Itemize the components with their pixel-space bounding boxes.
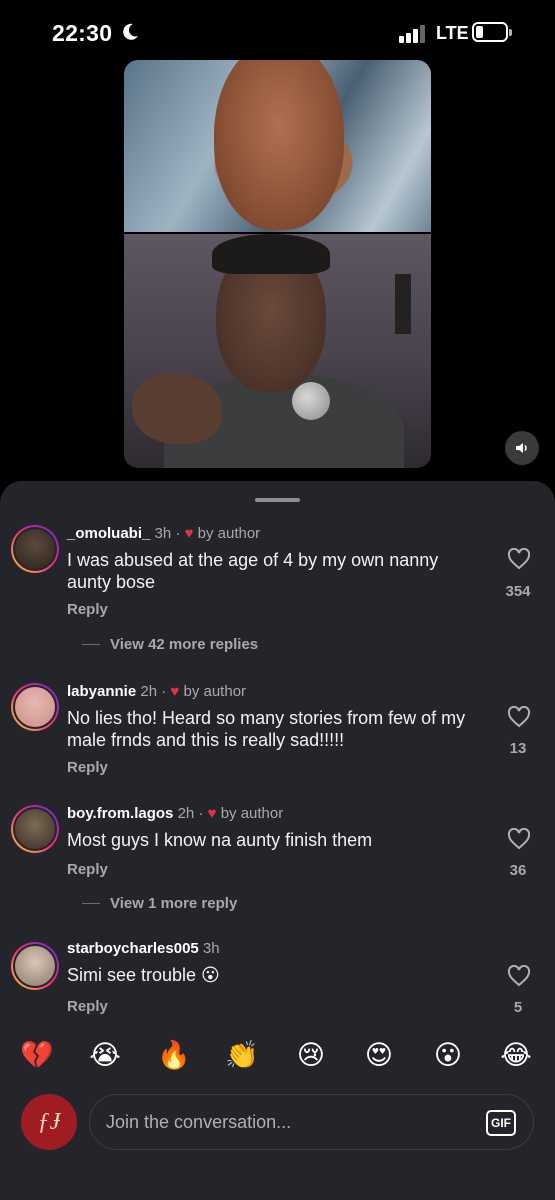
liked-by-author-label: by author	[183, 683, 247, 700]
participant-face	[214, 60, 344, 230]
heart-outline-icon[interactable]	[507, 965, 531, 987]
gif-button[interactable]: GIF	[486, 1110, 516, 1136]
comment-meta: _omoluabi_ 3h · ♥ by author	[67, 525, 261, 542]
microphone	[292, 382, 330, 420]
heart-icon: ♥	[184, 525, 194, 542]
battery-icon	[472, 22, 512, 42]
surprised-emoji-button[interactable]: 😮	[430, 1041, 466, 1071]
comment-input[interactable]: Join the conversation... GIF	[89, 1094, 534, 1150]
avatar[interactable]	[11, 942, 59, 990]
like-count: 13	[509, 740, 527, 757]
comment-text: No lies tho! Heard so many stories from …	[67, 708, 466, 750]
heart-eyes-emoji-button[interactable]: 😍	[361, 1041, 397, 1071]
liked-by-author-label: by author	[197, 525, 261, 542]
heart-outline-icon[interactable]	[507, 828, 531, 850]
profile-monogram: ƒɈ	[37, 1108, 61, 1135]
gif-label: GIF	[491, 1116, 511, 1130]
volume-button[interactable]	[505, 431, 539, 465]
liked-by-author-label: by author	[220, 805, 284, 822]
like-count: 36	[509, 862, 527, 879]
signal-bars-icon	[399, 23, 429, 43]
participant-hand	[132, 374, 222, 444]
heart-icon: ♥	[207, 805, 217, 822]
reply-button[interactable]: Reply	[67, 759, 108, 776]
comment-time: 2h	[177, 805, 195, 822]
comment-username[interactable]: _omoluabi_	[67, 525, 150, 542]
avatar[interactable]	[11, 805, 59, 853]
avatar[interactable]	[11, 683, 59, 731]
comment-meta: labyannie 2h · ♥ by author	[67, 683, 247, 700]
comment-time: 3h	[154, 525, 172, 542]
comment-input-placeholder: Join the conversation...	[106, 1112, 292, 1132]
heart-outline-icon[interactable]	[507, 548, 531, 570]
comment-time: 3h	[202, 940, 220, 957]
comment-time: 2h	[140, 683, 158, 700]
comment-meta: boy.from.lagos 2h · ♥ by author	[67, 805, 284, 822]
comment-text: I was abused at the age of 4 by my own n…	[67, 550, 439, 592]
comment-username[interactable]: labyannie	[67, 683, 136, 700]
video-tile-guest[interactable]	[124, 234, 431, 468]
comment-username[interactable]: boy.from.lagos	[67, 805, 173, 822]
comment-meta: starboycharles005 3h	[67, 940, 220, 957]
network-label: LTE	[436, 23, 469, 43]
user-profile-avatar[interactable]: ƒɈ	[21, 1094, 77, 1150]
emoji-reaction-bar: 💔 😭 🔥 👏 😢 😍 😮 😂	[0, 1030, 555, 1090]
view-more-replies[interactable]: View 1 more reply	[82, 895, 237, 912]
background-lamp	[395, 274, 411, 334]
loudly-crying-emoji-button[interactable]: 😭	[87, 1041, 123, 1071]
reply-button[interactable]: Reply	[67, 861, 108, 878]
view-more-replies-label: View 42 more replies	[110, 636, 259, 653]
comment-text: Most guys I know na aunty finish them	[67, 830, 373, 850]
sheet-drag-handle[interactable]	[255, 498, 300, 502]
heart-icon: ♥	[170, 683, 180, 700]
broken-heart-emoji-button[interactable]: 💔	[19, 1041, 55, 1071]
crying-emoji-button[interactable]: 😢	[293, 1041, 329, 1071]
avatar[interactable]	[11, 525, 59, 573]
video-tile-host[interactable]	[124, 60, 431, 232]
comment-text: Simi see trouble 😮	[67, 965, 220, 985]
reply-button[interactable]: Reply	[67, 601, 108, 618]
status-bar: 22:30 LTE	[0, 0, 555, 66]
moon-icon	[123, 23, 138, 40]
reply-button[interactable]: Reply	[67, 998, 108, 1015]
heart-outline-icon[interactable]	[507, 706, 531, 728]
comments-sheet: _omoluabi_ 3h · ♥ by author I was abused…	[0, 481, 555, 1200]
clapping-emoji-button[interactable]: 👏	[224, 1041, 260, 1071]
laughing-emoji-button[interactable]: 😂	[498, 1041, 534, 1071]
participant-hair	[212, 234, 330, 274]
view-more-replies-label: View 1 more reply	[110, 895, 238, 912]
clock: 22:30	[52, 20, 113, 46]
like-count: 354	[505, 583, 531, 600]
view-more-replies[interactable]: View 42 more replies	[82, 636, 258, 653]
speaker-icon	[516, 443, 527, 453]
fire-emoji-button[interactable]: 🔥	[156, 1041, 192, 1071]
comment-username[interactable]: starboycharles005	[67, 940, 199, 957]
like-count: 5	[513, 999, 523, 1016]
